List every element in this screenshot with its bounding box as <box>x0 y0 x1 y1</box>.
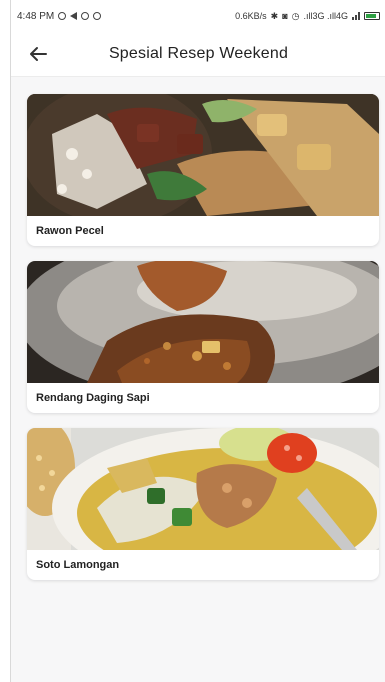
location-icon <box>70 12 78 20</box>
record-icon <box>93 12 102 20</box>
recipe-card-rawon-pecel[interactable]: Rawon Pecel <box>27 94 379 246</box>
status-left: 4:48 PM <box>17 10 102 22</box>
recipe-image <box>27 428 379 550</box>
page-title: Spesial Resep Weekend <box>108 45 289 62</box>
notification-icon <box>58 12 67 20</box>
signal-icon <box>352 12 360 20</box>
recipe-image <box>27 261 379 383</box>
network-speed: 0.6KB/s <box>235 11 267 21</box>
recipe-image <box>27 94 379 216</box>
recipe-card-soto-lamongan[interactable]: Soto Lamongan <box>27 428 379 580</box>
battery-icon <box>364 12 380 20</box>
app-screen: 4:48 PM 0.6KB/s ✱ ◙ ◷ .ıll3G .ıll4G Spes… <box>10 0 385 682</box>
app-bar: Spesial Resep Weekend <box>11 32 385 76</box>
recipe-title: Rendang Daging Sapi <box>36 392 150 404</box>
back-button[interactable] <box>25 42 51 66</box>
status-bar: 4:48 PM 0.6KB/s ✱ ◙ ◷ .ıll3G .ıll4G <box>11 0 385 32</box>
arrow-left-icon <box>30 47 47 61</box>
status-time: 4:48 PM <box>17 10 55 22</box>
status-right: 0.6KB/s ✱ ◙ ◷ .ıll3G .ıll4G <box>235 11 380 22</box>
vibrate-icon: ◙ <box>282 11 288 21</box>
alarm-icon: ◷ <box>291 10 300 21</box>
recipe-title: Soto Lamongan <box>36 559 120 571</box>
bluetooth-icon: ✱ <box>270 10 279 21</box>
sync-icon <box>81 12 90 20</box>
signal-text: .ıll3G .ıll4G <box>303 11 348 21</box>
appbar-divider <box>11 76 385 77</box>
recipe-card-rendang-daging-sapi[interactable]: Rendang Daging Sapi <box>27 261 379 413</box>
recipe-title: Rawon Pecel <box>36 225 104 237</box>
